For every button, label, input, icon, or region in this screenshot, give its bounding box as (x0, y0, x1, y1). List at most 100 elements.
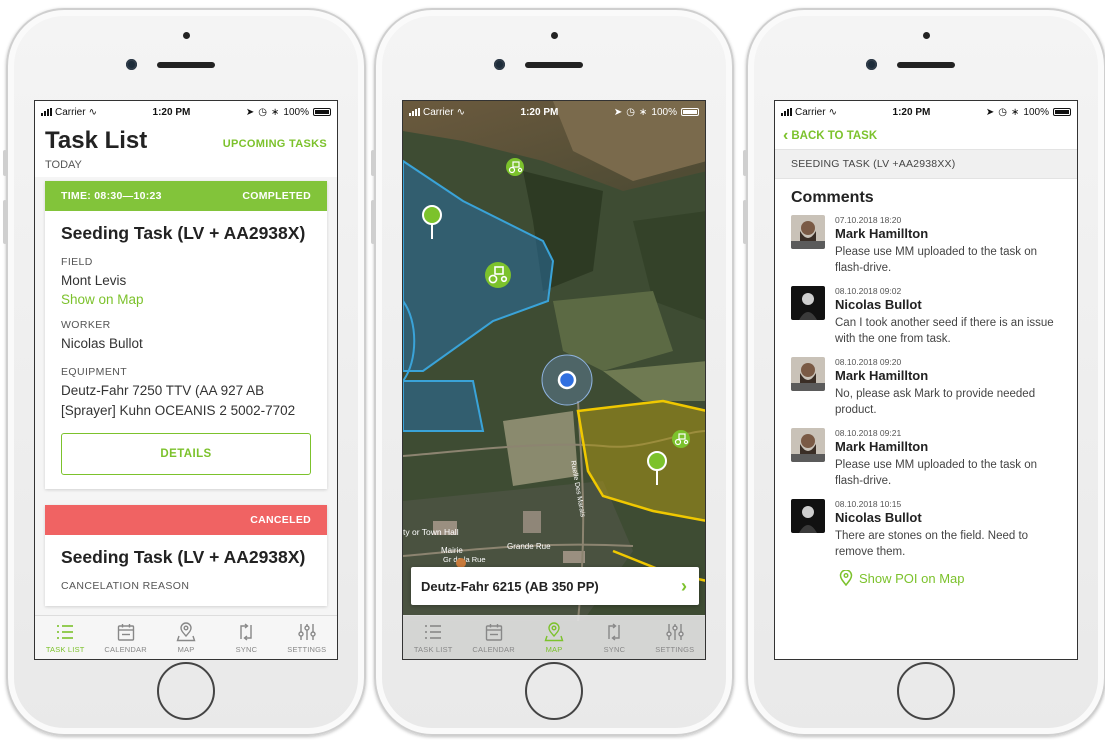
home-button[interactable] (157, 662, 215, 720)
app-showcase: Carrier ∿ 1:20 PM ➤ ◷ ∗ 100% Task List U… (0, 0, 1105, 740)
task-card-canceled[interactable]: CANCELED Seeding Task (LV + AA2938X) CAN… (45, 505, 327, 606)
comment-author: Nicolas Bullot (835, 297, 922, 312)
home-button[interactable] (525, 662, 583, 720)
signal-icon (41, 108, 52, 116)
map-pin-icon (839, 570, 853, 586)
front-camera (494, 59, 505, 70)
tab-settings[interactable]: SETTINGS (645, 616, 705, 659)
status-badge: CANCELED (250, 514, 311, 526)
battery-percent: 100% (1023, 106, 1049, 118)
poi-link-label: Show POI on Map (859, 570, 965, 586)
tab-label: TASK LIST (45, 644, 85, 654)
location-icon: ➤ (245, 106, 255, 118)
status-right: ➤ ◷ ∗ 100% (246, 107, 331, 118)
back-label: BACK TO TASK (791, 130, 878, 142)
task-list-screen: Carrier ∿ 1:20 PM ➤ ◷ ∗ 100% Task List U… (34, 100, 338, 660)
tab-label: CALENDAR (472, 644, 515, 654)
equipment-card[interactable]: Deutz-Fahr 6215 (AB 350 PP) › (411, 567, 699, 605)
status-right: ➤ ◷ ∗ 100% (986, 107, 1071, 118)
sensor-dot (551, 32, 558, 39)
phone-frame-task-list: Carrier ∿ 1:20 PM ➤ ◷ ∗ 100% Task List U… (3, 8, 366, 736)
status-time: 1:20 PM (152, 106, 191, 118)
tractor-marker[interactable] (672, 430, 690, 448)
earpiece (525, 62, 583, 68)
wifi-icon: ∿ (88, 106, 97, 118)
comment-item: 08.10.2018 10:15 Nicolas Bullot There ar… (775, 495, 1077, 566)
tab-bar: TASK LIST CALENDAR MAP SYNC SETTINGS (403, 615, 705, 659)
map-label-grande-rue: Grande Rue (507, 542, 551, 551)
location-icon: ➤ (613, 106, 623, 118)
equipment-label: EQUIPMENT (61, 366, 128, 378)
comment-date: 07.10.2018 18:20 (835, 215, 902, 225)
tab-map[interactable]: MAP (524, 616, 584, 659)
comment-text: Please use MM uploaded to the task on fl… (835, 459, 1038, 487)
avatar (791, 499, 825, 533)
battery-icon (313, 108, 331, 116)
tab-label: SYNC (235, 644, 258, 654)
tab-label: MAP (177, 644, 195, 654)
comment-date: 08.10.2018 09:20 (835, 357, 902, 367)
earpiece (157, 62, 215, 68)
upcoming-tasks-link[interactable]: UPCOMING TASKS (223, 138, 327, 150)
bluetooth-icon: ∗ (639, 106, 648, 118)
tab-label: TASK LIST (413, 644, 453, 654)
alarm-icon: ◷ (258, 106, 268, 118)
tab-settings[interactable]: SETTINGS (277, 616, 337, 659)
signal-icon (781, 108, 792, 116)
comment-text: No, please ask Mark to provide needed pr… (835, 388, 1036, 416)
task-status-bar: TIME: 08:30—10:23 COMPLETED (45, 181, 327, 211)
details-button[interactable]: DETAILS (61, 433, 311, 475)
tractor-marker[interactable] (506, 158, 524, 176)
home-button[interactable] (897, 662, 955, 720)
task-subheader: SEEDING TASK (LV +AA2938XX) (775, 149, 1077, 179)
comment-date: 08.10.2018 09:21 (835, 428, 902, 438)
map-pin-icon (176, 621, 196, 641)
battery-icon (681, 108, 699, 116)
comments-screen: Carrier ∿ 1:20 PM ➤ ◷ ∗ 100% ‹ BACK TO T… (774, 100, 1078, 660)
tab-task-list[interactable]: TASK LIST (35, 616, 95, 659)
avatar (791, 428, 825, 462)
comment-date: 08.10.2018 09:02 (835, 286, 902, 296)
tab-calendar[interactable]: CALENDAR (95, 616, 155, 659)
wifi-icon: ∿ (828, 106, 837, 118)
phone-frame-map: ty or Town Hall Mairie Gr de la Rue Gran… (371, 8, 734, 736)
tab-label: SETTINGS (655, 644, 695, 654)
status-time: 1:20 PM (892, 106, 931, 118)
alarm-icon: ◷ (626, 106, 636, 118)
comment-text: Please use MM uploaded to the task on fl… (835, 246, 1038, 274)
carrier-label: Carrier (55, 106, 86, 118)
current-location-marker (541, 354, 593, 406)
bluetooth-icon: ∗ (1011, 106, 1020, 118)
task-time: TIME: 08:30—10:23 (61, 190, 162, 202)
tractor-marker[interactable] (485, 262, 511, 288)
battery-icon (1053, 108, 1071, 116)
show-poi-on-map-link[interactable]: Show POI on Map (775, 566, 1077, 586)
tab-sync[interactable]: SYNC (216, 616, 276, 659)
side-button (371, 200, 375, 244)
status-right: ➤ ◷ ∗ 100% (614, 107, 699, 118)
equipment-line: [Sprayer] Kuhn OCEANIS 2 5002-7702 (61, 403, 296, 418)
comment-text: There are stones on the field. Need to r… (835, 530, 1029, 558)
tab-task-list[interactable]: TASK LIST (403, 616, 463, 659)
side-button (3, 200, 7, 244)
calendar-icon (485, 623, 502, 641)
side-button (743, 200, 747, 244)
back-to-task-button[interactable]: ‹ BACK TO TASK (775, 123, 1077, 149)
sliders-icon (298, 623, 316, 640)
equipment-line: Deutz-Fahr 7250 TTV (AA 927 AB (61, 383, 265, 398)
tab-calendar[interactable]: CALENDAR (463, 616, 523, 659)
task-title: Seeding Task (LV + AA2938X) (61, 223, 306, 243)
avatar (791, 286, 825, 320)
side-button (3, 150, 7, 176)
task-card-completed[interactable]: TIME: 08:30—10:23 COMPLETED Seeding Task… (45, 181, 327, 489)
bluetooth-icon: ∗ (271, 106, 280, 118)
show-on-map-link[interactable]: Show on Map (61, 292, 311, 307)
tab-map[interactable]: MAP (156, 616, 216, 659)
tab-sync[interactable]: SYNC (584, 616, 644, 659)
task-list-header: Task List UPCOMING TASKS TODAY (35, 123, 337, 177)
sensor-dot (183, 32, 190, 39)
comment-author: Mark Hamillton (835, 226, 929, 241)
comment-item: 08.10.2018 09:20 Mark Hamillton No, plea… (775, 353, 1077, 424)
task-status-bar: CANCELED (45, 505, 327, 535)
location-icon: ➤ (985, 106, 995, 118)
